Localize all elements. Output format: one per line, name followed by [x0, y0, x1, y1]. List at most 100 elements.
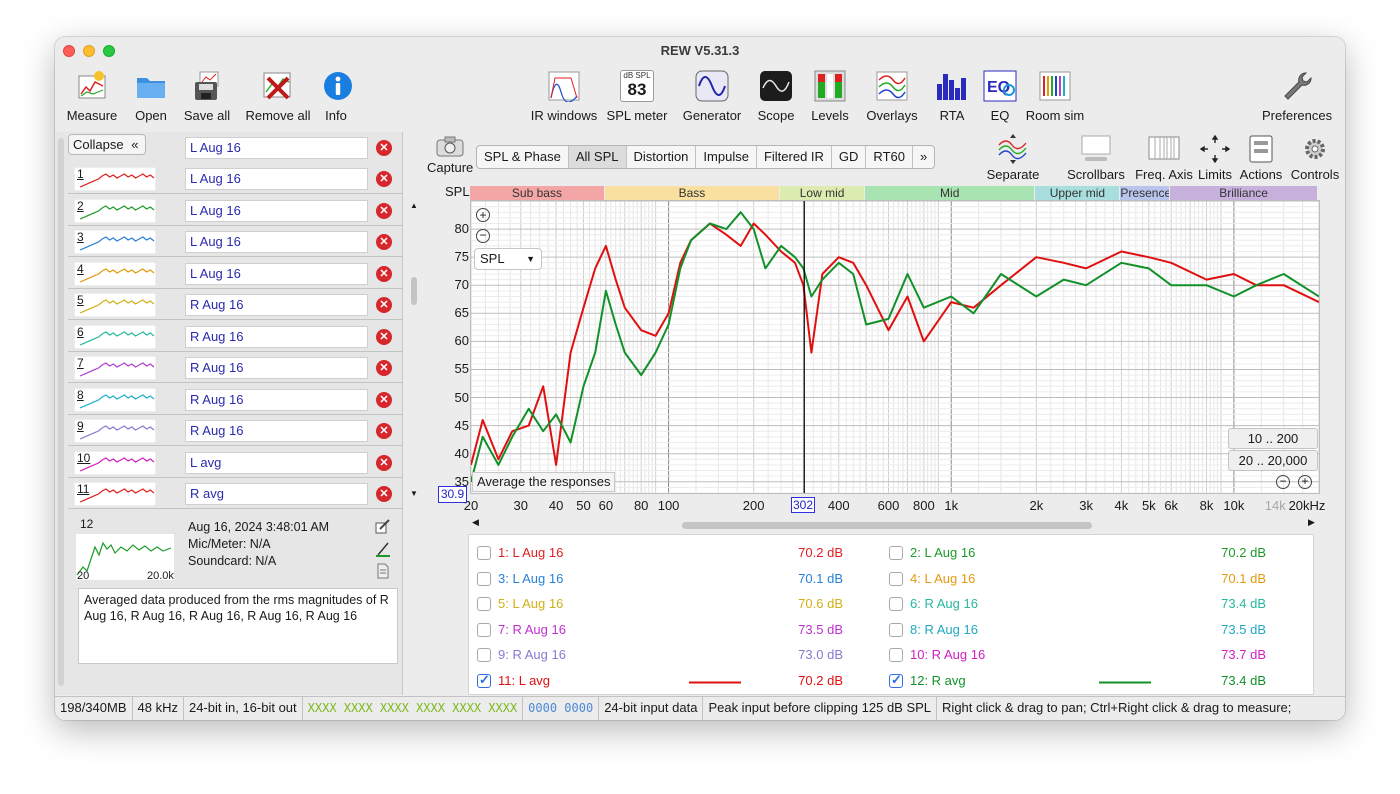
- measurement-name-field[interactable]: L Aug 16: [185, 262, 368, 285]
- delete-measurement-icon[interactable]: ✕: [376, 234, 392, 250]
- zoom-out-vertical-icon[interactable]: −: [476, 229, 490, 243]
- open-button[interactable]: Open: [131, 70, 171, 123]
- graph-tab[interactable]: RT60: [866, 146, 913, 168]
- measurement-name-field[interactable]: L Aug 16: [185, 137, 368, 159]
- scroll-right-icon[interactable]: ▶: [1308, 517, 1315, 528]
- legend-item[interactable]: 12: R avg 73.4 dB: [889, 672, 1289, 692]
- limits-button[interactable]: Limits: [1196, 133, 1234, 182]
- preferences-button[interactable]: Preferences: [1262, 70, 1332, 123]
- legend-item[interactable]: 11: L avg 70.2 dB: [477, 672, 877, 692]
- legend-checkbox[interactable]: [477, 622, 491, 637]
- zoom-in-vertical-icon[interactable]: +: [476, 208, 490, 222]
- legend-item[interactable]: 10: R Aug 16 73.7 dB: [889, 646, 1289, 666]
- measurement-row[interactable]: 9 R Aug 16 ✕: [68, 415, 403, 446]
- legend-item[interactable]: 3: L Aug 16 70.1 dB: [477, 570, 877, 590]
- zoom-window-button[interactable]: [103, 45, 115, 57]
- measurement-name-field[interactable]: L Aug 16: [185, 168, 368, 190]
- info-button[interactable]: Info: [321, 70, 352, 123]
- legend-checkbox[interactable]: [477, 648, 491, 663]
- graph-tab[interactable]: SPL & Phase: [477, 146, 569, 168]
- range-10-200-button[interactable]: 10 .. 200: [1228, 428, 1318, 449]
- left-panel-scrollbar[interactable]: [58, 138, 64, 686]
- average-responses-button[interactable]: Average the responses: [472, 472, 616, 492]
- measurement-row[interactable]: 3 L Aug 16 ✕: [68, 226, 403, 257]
- delete-measurement-icon[interactable]: ✕: [376, 265, 392, 282]
- legend-item[interactable]: 4: L Aug 16 70.1 dB: [889, 570, 1289, 590]
- legend-checkbox[interactable]: [889, 571, 903, 586]
- graph-tab[interactable]: »: [913, 146, 934, 168]
- measurement-name-field[interactable]: R avg: [185, 483, 368, 505]
- legend-item[interactable]: 2: L Aug 16 70.2 dB: [889, 544, 1289, 564]
- save-all-button[interactable]: Save all: [182, 70, 232, 123]
- legend-checkbox[interactable]: [889, 597, 903, 612]
- scroll-down-icon[interactable]: ▼: [410, 489, 418, 498]
- separate-button[interactable]: Separate: [981, 133, 1045, 182]
- graph-horizontal-scrollbar[interactable]: ◀ ▶: [470, 517, 1320, 530]
- legend-item[interactable]: 7: R Aug 16 73.5 dB: [477, 621, 877, 641]
- legend-item[interactable]: 8: R Aug 16 73.5 dB: [889, 621, 1289, 641]
- measurement-row[interactable]: 11 R avg ✕: [68, 478, 403, 509]
- freq-axis-button[interactable]: Freq. Axis: [1132, 133, 1196, 182]
- zoom-out-horizontal-icon[interactable]: −: [1276, 475, 1290, 489]
- measurement-row[interactable]: 10 L avg ✕: [68, 447, 403, 478]
- close-window-button[interactable]: [63, 45, 75, 57]
- scope-button[interactable]: Scope: [756, 70, 796, 123]
- graph-tab[interactable]: All SPL: [568, 146, 627, 168]
- measurement-notes[interactable]: Averaged data produced from the rms magn…: [78, 588, 398, 664]
- edit-measurement-icon[interactable]: [375, 518, 391, 534]
- delete-measurement-icon[interactable]: ✕: [376, 202, 392, 219]
- capture-button[interactable]: Capture: [427, 135, 473, 175]
- measurement-row[interactable]: 4 L Aug 16 ✕: [68, 258, 403, 289]
- measurement-row[interactable]: 5 R Aug 16 ✕: [68, 289, 403, 320]
- legend-checkbox[interactable]: [477, 546, 491, 560]
- minimize-window-button[interactable]: [83, 45, 95, 57]
- scrollbars-button[interactable]: Scrollbars: [1065, 133, 1127, 182]
- zoom-in-horizontal-icon[interactable]: +: [1298, 475, 1312, 489]
- ir-windows-button[interactable]: IR windows: [529, 70, 599, 123]
- legend-item[interactable]: 5: L Aug 16 70.6 dB: [477, 595, 877, 615]
- measurement-row[interactable]: 1 L Aug 16 ✕: [68, 163, 403, 194]
- graph-tab[interactable]: GD: [832, 146, 867, 168]
- measurement-list-scrollbar[interactable]: ▲ ▼: [410, 201, 418, 527]
- controls-button[interactable]: Controls: [1290, 133, 1340, 182]
- eq-button[interactable]: EQ EQ: [982, 70, 1018, 123]
- generator-button[interactable]: Generator: [682, 70, 742, 123]
- spl-plot-area[interactable]: [470, 200, 1320, 494]
- delete-measurement-icon[interactable]: ✕: [376, 423, 392, 439]
- legend-checkbox[interactable]: [889, 546, 903, 560]
- line-color-icon[interactable]: [375, 541, 391, 557]
- measurement-name-field[interactable]: R Aug 16: [185, 325, 368, 348]
- measurement-row[interactable]: 2 L Aug 16 ✕: [68, 195, 403, 226]
- room-sim-button[interactable]: Room sim: [1024, 70, 1086, 123]
- graph-tab[interactable]: Distortion: [627, 146, 697, 168]
- measurement-name-field[interactable]: R Aug 16: [185, 388, 368, 411]
- measurement-row[interactable]: 7 R Aug 16 ✕: [68, 352, 403, 383]
- y-axis-min-value[interactable]: 30.9: [438, 486, 467, 503]
- collapse-button[interactable]: Collapse «: [68, 134, 146, 155]
- legend-item[interactable]: 6: R Aug 16 73.4 dB: [889, 595, 1289, 615]
- graph-tab[interactable]: Filtered IR: [757, 146, 832, 168]
- rta-button[interactable]: RTA: [934, 70, 970, 123]
- delete-measurement-icon[interactable]: ✕: [376, 297, 392, 313]
- graph-type-select[interactable]: SPL ▼: [474, 248, 542, 270]
- legend-item[interactable]: 1: L Aug 16 70.2 dB: [477, 544, 877, 564]
- range-20-20000-button[interactable]: 20 .. 20,000: [1228, 450, 1318, 471]
- delete-measurement-icon[interactable]: ✕: [376, 486, 392, 502]
- legend-checkbox[interactable]: [477, 597, 491, 612]
- measurement-name-field[interactable]: R Aug 16: [185, 420, 368, 442]
- measurement-name-field[interactable]: R Aug 16: [185, 357, 368, 379]
- delete-measurement-icon[interactable]: ✕: [376, 391, 392, 408]
- delete-measurement-icon[interactable]: ✕: [376, 328, 392, 345]
- graph-tab[interactable]: Impulse: [696, 146, 757, 168]
- delete-measurement-icon[interactable]: ✕: [376, 454, 392, 471]
- legend-checkbox[interactable]: [477, 672, 491, 688]
- actions-button[interactable]: Actions: [1238, 133, 1284, 182]
- remove-all-button[interactable]: Remove all: [245, 70, 311, 123]
- delete-measurement-icon[interactable]: ✕: [376, 140, 392, 156]
- legend-checkbox[interactable]: [477, 571, 491, 586]
- delete-measurement-icon[interactable]: ✕: [376, 360, 392, 376]
- legend-checkbox[interactable]: [889, 648, 903, 663]
- legend-checkbox[interactable]: [889, 672, 903, 688]
- legend-checkbox[interactable]: [889, 622, 903, 637]
- legend-item[interactable]: 9: R Aug 16 73.0 dB: [477, 646, 877, 666]
